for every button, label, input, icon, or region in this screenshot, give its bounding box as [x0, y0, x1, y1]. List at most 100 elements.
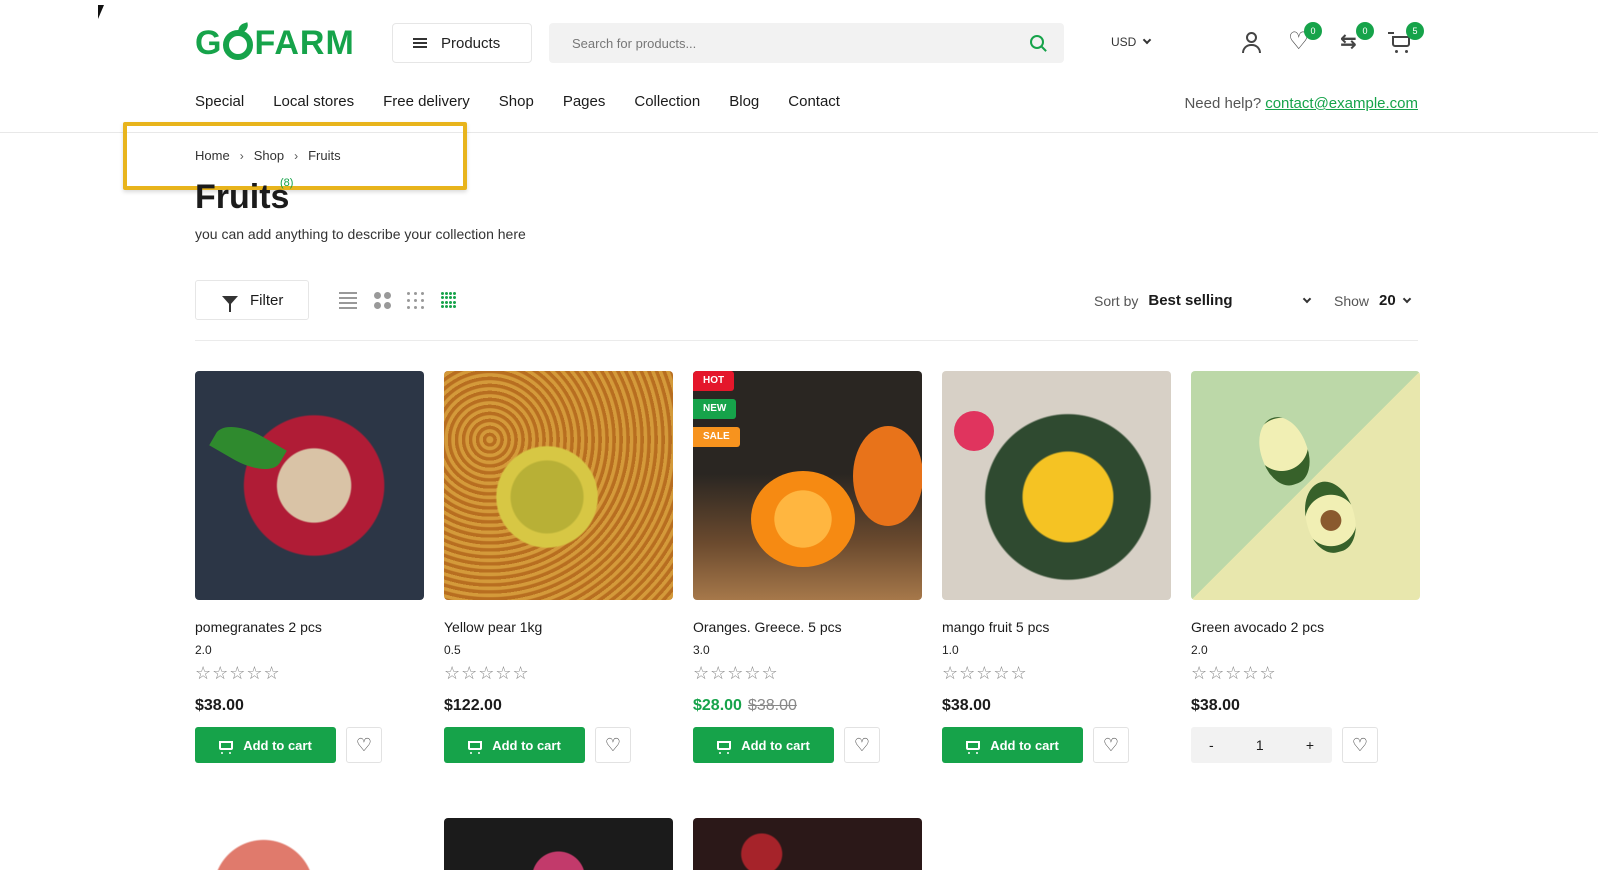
grid-3-view-icon[interactable]: [407, 292, 425, 309]
grid-4-view-icon[interactable]: [441, 292, 459, 308]
grid-2-view-icon[interactable]: [374, 292, 392, 309]
nav-item-collection[interactable]: Collection: [634, 93, 700, 110]
user-icon[interactable]: [1240, 30, 1264, 54]
logo[interactable]: G FARM: [195, 24, 355, 63]
sort-value: Best selling: [1148, 292, 1233, 309]
add-to-cart-label: Add to cart: [243, 737, 312, 753]
cart-icon: [1388, 32, 1410, 53]
show-value: 20: [1379, 292, 1396, 309]
cart-icon: [468, 740, 483, 754]
product-grid: pomegranates 2 pcs 2.0 ☆☆☆☆☆ $38.00 Add …: [195, 371, 1420, 763]
add-to-cart-button[interactable]: Add to cart: [195, 727, 336, 763]
product-image[interactable]: [444, 371, 673, 600]
filter-button[interactable]: Filter: [195, 280, 309, 320]
product-price: $38.00: [942, 697, 991, 714]
breadcrumb: Home › Shop › Fruits: [195, 148, 341, 163]
list-view-icon[interactable]: [339, 292, 357, 309]
nav-item-local-stores[interactable]: Local stores: [273, 93, 354, 110]
add-to-cart-button[interactable]: Add to cart: [444, 727, 585, 763]
product-card: pomegranates 2 pcs 2.0 ☆☆☆☆☆ $38.00 Add …: [195, 371, 424, 763]
cart-icon: [717, 740, 732, 754]
quantity-value[interactable]: 1: [1256, 737, 1264, 753]
compare-icon: ⇆: [1340, 31, 1357, 53]
product-price: $38.00: [1191, 697, 1240, 714]
wishlist-heart-icon[interactable]: ♡: [346, 727, 382, 763]
compare-button[interactable]: ⇆ 0: [1340, 22, 1374, 54]
rating-stars-icon: ☆☆☆☆☆: [1191, 663, 1277, 683]
add-to-cart-button[interactable]: Add to cart: [942, 727, 1083, 763]
product-weight: 0.5: [444, 643, 461, 657]
chevron-down-icon: [1143, 35, 1152, 45]
rating-stars-icon: ☆☆☆☆☆: [942, 663, 1028, 683]
product-card: mango fruit 5 pcs 1.0 ☆☆☆☆☆ $38.00 Add t…: [942, 371, 1171, 763]
product-name[interactable]: mango fruit 5 pcs: [942, 619, 1171, 635]
wishlist-heart-icon[interactable]: ♡: [844, 727, 880, 763]
nav-item-pages[interactable]: Pages: [563, 93, 606, 110]
nav-item-free-delivery[interactable]: Free delivery: [383, 93, 470, 110]
breadcrumb-home[interactable]: Home: [195, 148, 230, 163]
filter-label: Filter: [250, 291, 284, 309]
cart-icon: [966, 740, 981, 754]
nav-item-shop[interactable]: Shop: [499, 93, 534, 110]
products-menu-label: Products: [441, 34, 501, 52]
product-name[interactable]: pomegranates 2 pcs: [195, 619, 424, 635]
quantity-stepper: - 1 +: [1191, 727, 1332, 763]
nav-item-blog[interactable]: Blog: [729, 93, 759, 110]
product-price: $38.00: [195, 697, 244, 714]
product-image[interactable]: [195, 371, 424, 600]
product-name[interactable]: Green avocado 2 pcs: [1191, 619, 1420, 635]
increase-qty-button[interactable]: +: [1306, 737, 1314, 753]
product-name[interactable]: Yellow pear 1kg: [444, 619, 673, 635]
nav-item-special[interactable]: Special: [195, 93, 244, 110]
breadcrumb-separator-icon: ›: [294, 148, 299, 163]
search-bar: [549, 23, 1064, 63]
product-image[interactable]: [693, 818, 922, 870]
product-image[interactable]: [195, 818, 424, 870]
wishlist-heart-icon[interactable]: ♡: [1342, 727, 1378, 763]
help-email-link[interactable]: contact@example.com: [1265, 95, 1418, 112]
site-header: GFARM Products USD ♡ 0 ⇆ 0 5 Special Loc…: [0, 0, 1598, 133]
decrease-qty-button[interactable]: -: [1209, 737, 1214, 753]
nav-item-contact[interactable]: Contact: [788, 93, 840, 110]
product-weight: 2.0: [1191, 643, 1208, 657]
rating-stars-icon: ☆☆☆☆☆: [693, 663, 779, 683]
currency-value: USD: [1111, 35, 1137, 49]
sort-control[interactable]: Sort by Best selling: [1094, 292, 1312, 309]
wishlist-count-badge: 0: [1304, 22, 1322, 40]
wishlist-button[interactable]: ♡ 0: [1288, 22, 1322, 54]
product-image[interactable]: [1191, 371, 1420, 600]
show-count-control[interactable]: Show 20: [1334, 292, 1411, 309]
product-image[interactable]: HOT NEW SALE: [693, 371, 922, 600]
rating-stars-icon: ☆☆☆☆☆: [195, 663, 281, 683]
product-image[interactable]: [444, 818, 673, 870]
compare-count-badge: 0: [1356, 22, 1374, 40]
product-card: [195, 818, 424, 870]
wishlist-heart-icon[interactable]: ♡: [1093, 727, 1129, 763]
product-price: $28.00 $38.00: [693, 697, 922, 715]
breadcrumb-shop[interactable]: Shop: [254, 148, 284, 163]
cart-count-badge: 5: [1406, 22, 1424, 40]
product-weight: 3.0: [693, 643, 710, 657]
search-input[interactable]: [549, 23, 989, 63]
product-price: $122.00: [444, 697, 502, 714]
menu-icon: [413, 38, 427, 48]
currency-selector[interactable]: USD: [1111, 35, 1152, 49]
page-title: Fruits: [195, 178, 290, 216]
product-card: Yellow pear 1kg 0.5 ☆☆☆☆☆ $122.00 Add to…: [444, 371, 673, 763]
hot-badge: HOT: [693, 371, 735, 391]
product-name[interactable]: Oranges. Greece. 5 pcs: [693, 619, 922, 635]
sort-label: Sort by: [1094, 292, 1139, 309]
search-icon[interactable]: [1030, 35, 1044, 49]
main-nav: Special Local stores Free delivery Shop …: [195, 93, 869, 110]
chevron-down-icon: [1402, 294, 1411, 303]
help-contact: Need help? contact@example.com: [1184, 95, 1418, 112]
show-label: Show: [1334, 292, 1370, 309]
product-weight: 2.0: [195, 643, 212, 657]
add-to-cart-button[interactable]: Add to cart: [693, 727, 834, 763]
help-label: Need help?: [1184, 95, 1262, 112]
products-menu-button[interactable]: Products: [392, 23, 532, 63]
product-image[interactable]: [942, 371, 1171, 600]
product-card: HOT NEW SALE Oranges. Greece. 5 pcs 3.0 …: [693, 371, 922, 763]
cart-button[interactable]: 5: [1388, 22, 1424, 54]
wishlist-heart-icon[interactable]: ♡: [595, 727, 631, 763]
